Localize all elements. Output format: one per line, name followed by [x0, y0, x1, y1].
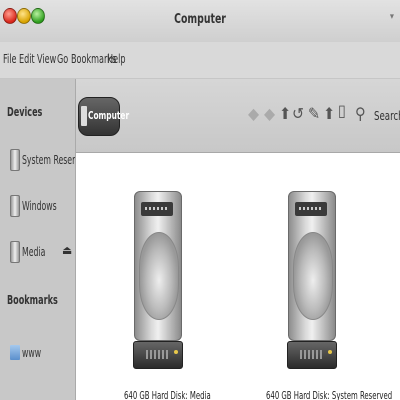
location-label: Computer [88, 109, 130, 122]
sidebar: Devices System Reserved Windows Media ⏏ … [0, 79, 76, 400]
menu-view[interactable]: View [37, 52, 56, 66]
back-icon[interactable]: ◆ [248, 104, 259, 124]
menu-help[interactable]: Help [107, 52, 125, 66]
hard-disk-icon [288, 191, 336, 341]
sidebar-item-system-reserved[interactable]: System Reserved [10, 149, 75, 171]
minimize-button[interactable] [17, 8, 31, 24]
drive-icon[interactable]: ▯ [338, 101, 346, 121]
edit-icon[interactable]: ✎ [308, 104, 320, 124]
toolbar: Computer ◆ ◆ ⬆ ↺ ✎ ⬆ ▯ ⚲ Search [76, 79, 400, 153]
hard-disk-system-reserved[interactable] [287, 191, 337, 369]
folder-icon [10, 345, 20, 360]
menu-edit[interactable]: Edit [19, 52, 35, 66]
eject-icon[interactable]: ⏏ [62, 243, 72, 257]
hard-disk-icon [134, 191, 182, 341]
bookmarks-heading: Bookmarks [7, 293, 58, 307]
sidebar-item-label: Media [22, 245, 46, 259]
close-button[interactable] [3, 8, 17, 24]
location-button[interactable]: Computer [78, 97, 129, 136]
forward-icon[interactable]: ◆ [264, 104, 275, 124]
hard-disk-media[interactable] [133, 191, 183, 369]
sidebar-item-media[interactable]: Media ⏏ [10, 241, 72, 263]
sidebar-item-label: www [22, 346, 42, 360]
hard-disk-label: 640 GB Hard Disk: Media [124, 389, 211, 400]
sidebar-item-label: System Reserved [22, 153, 76, 167]
new-folder-icon[interactable]: ⬆ [323, 104, 335, 124]
menu-bar: File Edit View Go Bookmarks Help [0, 42, 400, 79]
search-icon[interactable]: ⚲ [355, 104, 366, 124]
window-menu-icon[interactable]: ▾ [390, 12, 394, 22]
drive-icon [81, 106, 87, 126]
title-bar: Computer ▾ [0, 0, 400, 42]
sidebar-item-www[interactable]: www [10, 342, 72, 364]
window-title: Computer [174, 12, 226, 27]
sidebar-item-windows[interactable]: Windows [10, 195, 72, 217]
drive-icon [10, 195, 20, 217]
drive-icon [10, 149, 20, 171]
hard-disk-label: 640 GB Hard Disk: System Reserved [266, 389, 393, 400]
sidebar-item-label: Windows [22, 199, 57, 213]
content-area: 640 GB Hard Disk: Media 640 GB Hard Disk… [76, 153, 400, 400]
up-icon[interactable]: ⬆ [279, 104, 291, 124]
menu-go[interactable]: Go [57, 52, 68, 66]
devices-heading: Devices [7, 105, 43, 119]
search-label[interactable]: Search [374, 109, 400, 123]
reload-icon[interactable]: ↺ [292, 104, 304, 124]
menu-file[interactable]: File [3, 52, 16, 66]
drive-icon [10, 241, 20, 263]
